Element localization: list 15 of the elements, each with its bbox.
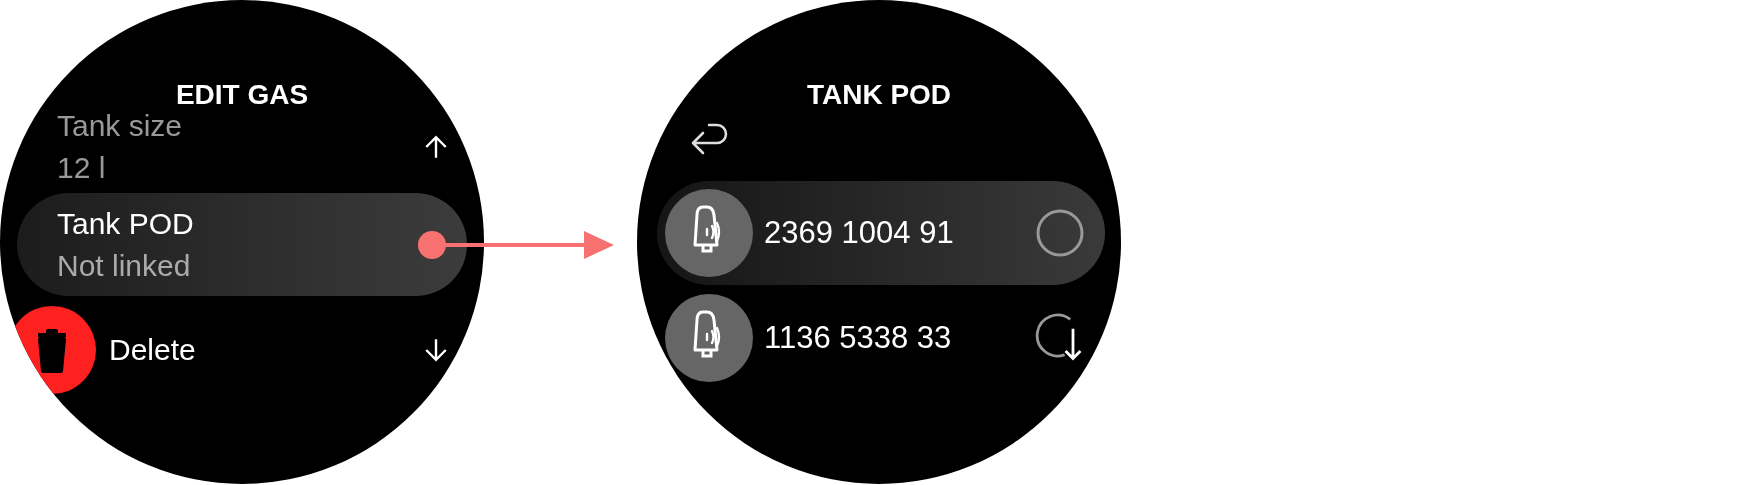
selected-menu-item[interactable]: Tank POD Not linked (17, 193, 467, 296)
pod-serial: 2369 1004 91 (764, 215, 954, 251)
selected-pod-item[interactable]: 2369 1004 91 (657, 181, 1105, 285)
setting-value: 12 l (57, 149, 107, 186)
menu-item[interactable]: Delete (8, 306, 467, 394)
tank-pod-icon (665, 294, 753, 382)
setting-label: Tank POD (57, 205, 195, 242)
tank-pod-icon (665, 189, 753, 277)
up-arrow-icon (423, 133, 449, 160)
pod-item[interactable]: 1136 5338 33 (657, 294, 1105, 382)
delete-label: Delete (109, 333, 196, 367)
down-arrow-icon (423, 337, 449, 363)
screen-title: TANK POD (805, 78, 953, 112)
setting-value: Not linked (57, 247, 192, 284)
pod-serial: 1136 5338 33 (764, 320, 952, 356)
